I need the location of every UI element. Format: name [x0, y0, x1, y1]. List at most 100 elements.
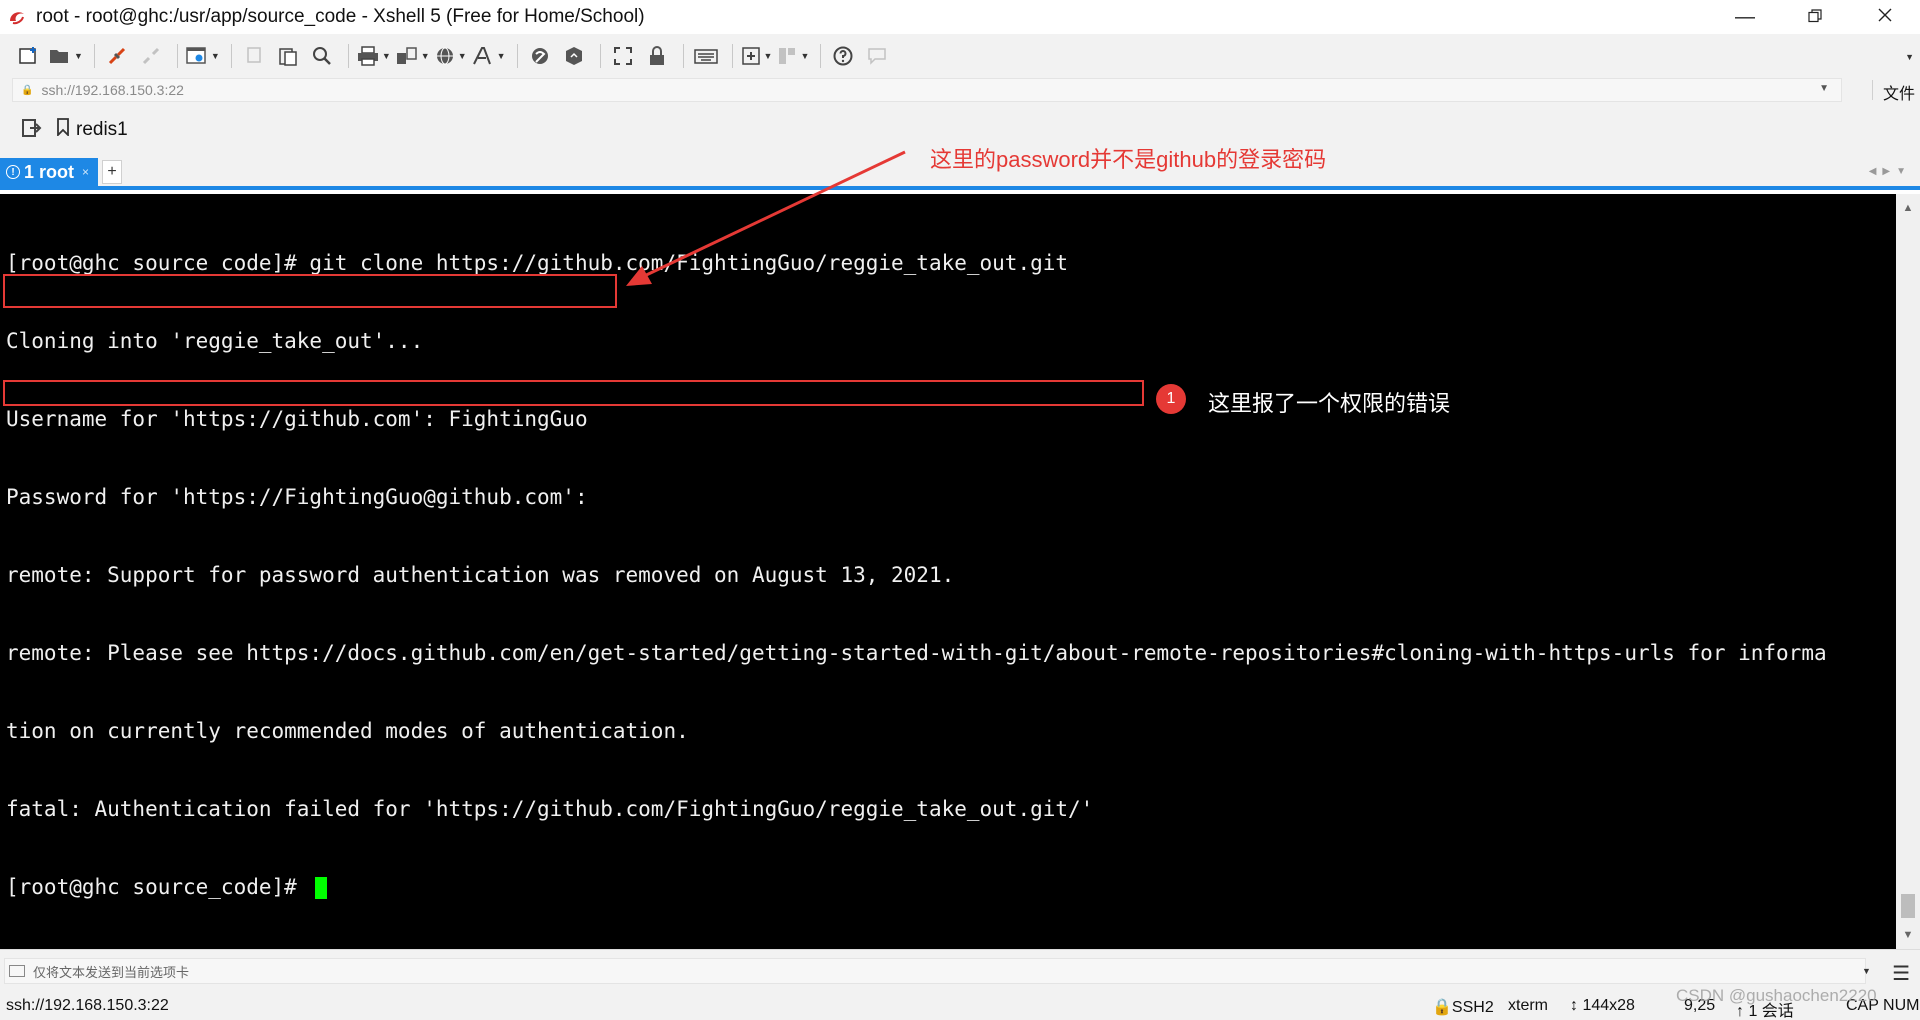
- keyboard-button[interactable]: [691, 40, 721, 72]
- terminal-line: Password for 'https://FightingGuo@github…: [6, 485, 588, 509]
- toolbar-separator: [820, 44, 822, 68]
- reconnect-button[interactable]: [102, 40, 132, 72]
- terminal-line: Username for 'https://github.com': Fight…: [6, 407, 588, 431]
- address-field[interactable]: 🔒 ssh://192.168.150.3:22 ▼: [12, 78, 1842, 102]
- add-tab-button[interactable]: +: [102, 160, 122, 184]
- scroll-down-icon[interactable]: ▼: [1896, 925, 1920, 945]
- terminal-line: Cloning into 'reggie_take_out'...: [6, 329, 424, 353]
- scroll-up-icon[interactable]: ▲: [1896, 198, 1920, 218]
- script-button[interactable]: [559, 40, 589, 72]
- find-button[interactable]: [307, 40, 337, 72]
- password-prompt-highlight: [3, 274, 617, 308]
- script-icon: [565, 47, 582, 65]
- terminal-cursor: [315, 877, 328, 899]
- chevron-down-icon: ▼: [420, 51, 430, 61]
- chevron-down-icon: ▼: [74, 51, 83, 61]
- status-bar: ssh://192.168.150.3:22 🔒SSH2 xterm ↕ 144…: [0, 991, 1920, 1020]
- compose-icon: [9, 965, 25, 977]
- menu-icon[interactable]: ☰: [1892, 961, 1910, 986]
- compose-placeholder: 仅将文本发送到当前选项卡: [33, 964, 190, 980]
- status-protocol-label: SSH2: [1451, 999, 1494, 1016]
- properties-button[interactable]: ▼: [185, 40, 220, 72]
- chat-icon: [868, 48, 887, 65]
- xftp-button[interactable]: [525, 40, 555, 72]
- minimize-button[interactable]: —: [1710, 0, 1780, 34]
- status-protocol: 🔒SSH2: [1432, 999, 1494, 1016]
- title-bar: root - root@ghc:/usr/app/source_code - X…: [0, 0, 1920, 34]
- terminal-line: remote: Please see https://docs.github.c…: [6, 641, 1827, 665]
- help-button[interactable]: [828, 40, 858, 72]
- toolbar-separator: [230, 44, 232, 68]
- chevron-down-icon: ▼: [457, 51, 467, 61]
- toolbar-separator: [516, 44, 518, 68]
- copy-icon: [247, 47, 261, 63]
- xshell-window: root - root@ghc:/usr/app/source_code - X…: [0, 0, 1920, 1020]
- compose-bar: 仅将文本发送到当前选项卡 ▼ ☰: [0, 949, 1920, 991]
- annotation-side-note: 这里报了一个权限的错误: [1208, 391, 1451, 416]
- transfer-button[interactable]: ▼: [395, 40, 430, 72]
- xftp-icon: [531, 48, 548, 64]
- chat-button[interactable]: [862, 40, 892, 72]
- tab-label: 1 root: [24, 161, 75, 182]
- toolbar-separator: [347, 44, 349, 68]
- paste-icon: [279, 48, 297, 66]
- folder-icon: [50, 50, 68, 63]
- link-label: redis1: [76, 119, 128, 140]
- font-button[interactable]: ▼: [471, 40, 506, 72]
- settings-window-icon: [186, 47, 206, 64]
- file-menu-partial[interactable]: 文件: [1872, 80, 1920, 103]
- terminal-scrollbar[interactable]: ▲ ▼: [1896, 194, 1920, 949]
- chevron-down-icon: ▼: [763, 51, 773, 61]
- restore-button[interactable]: [1780, 0, 1850, 34]
- close-window-button[interactable]: [1850, 0, 1920, 34]
- toolbar-separator: [176, 44, 178, 68]
- terminal-line: [root@ghc source_code]# git clone https:…: [6, 251, 1069, 275]
- layout-button[interactable]: ▼: [776, 40, 809, 72]
- transfer-icon: [396, 47, 417, 64]
- links-bar-icon[interactable]: [20, 117, 42, 144]
- connect-icon: [108, 47, 125, 65]
- lock-icon: 🔒: [21, 84, 34, 96]
- keyboard-icon: [693, 49, 718, 64]
- tab-close-icon[interactable]: ×: [82, 165, 89, 179]
- new-session-button[interactable]: [14, 40, 44, 72]
- scrollbar-thumb[interactable]: [1901, 894, 1915, 918]
- chevron-down-icon: ▼: [496, 51, 506, 61]
- chevron-down-icon: ▼: [210, 51, 220, 61]
- address-value: ssh://192.168.150.3:22: [41, 82, 184, 98]
- tab-nav-arrows[interactable]: ◀▶▼: [1869, 166, 1912, 177]
- chevron-down-icon: ▼: [381, 51, 391, 61]
- chevron-down-icon[interactable]: ▼: [1862, 966, 1871, 976]
- lock-button[interactable]: [642, 40, 672, 72]
- fatal-error-highlight: [3, 380, 1144, 406]
- terminal-prompt-line: [root@ghc source_code]#: [6, 874, 1827, 900]
- restore-icon: [1808, 6, 1822, 29]
- close-icon: [1877, 6, 1893, 29]
- compose-input[interactable]: 仅将文本发送到当前选项卡: [4, 958, 1866, 984]
- font-icon: [472, 47, 491, 65]
- new-tab-button[interactable]: ▼: [740, 40, 773, 72]
- toolbar-separator: [599, 44, 601, 68]
- new-session-icon: [19, 47, 36, 64]
- terminal-line: fatal: Authentication failed for 'https:…: [6, 797, 1094, 821]
- add-tab-icon: [741, 47, 760, 65]
- chevron-down-icon: ▼: [800, 51, 810, 61]
- annotation-badge: 1: [1156, 384, 1186, 414]
- copy-button[interactable]: [239, 40, 269, 72]
- window-title: root - root@ghc:/usr/app/source_code - X…: [36, 6, 645, 27]
- disconnect-button[interactable]: [136, 40, 166, 72]
- lock-icon: [649, 46, 664, 65]
- fullscreen-button[interactable]: [608, 40, 638, 72]
- status-terminal-type: xterm: [1508, 997, 1548, 1014]
- chevron-down-icon[interactable]: ▼: [1819, 83, 1829, 94]
- address-bar: 🔒 ssh://192.168.150.3:22 ▼ 文件: [0, 78, 1920, 103]
- info-icon: !: [6, 165, 20, 179]
- open-folder-button[interactable]: ▼: [48, 40, 83, 72]
- tab-root[interactable]: ! 1 root ×: [0, 158, 98, 186]
- toolbar-overflow-icon[interactable]: ▼: [1905, 52, 1914, 62]
- print-button[interactable]: ▼: [356, 40, 391, 72]
- globe-button[interactable]: ▼: [434, 40, 467, 72]
- paste-button[interactable]: [273, 40, 303, 72]
- toolbar-separator: [93, 44, 95, 68]
- link-redis1[interactable]: redis1: [56, 118, 128, 142]
